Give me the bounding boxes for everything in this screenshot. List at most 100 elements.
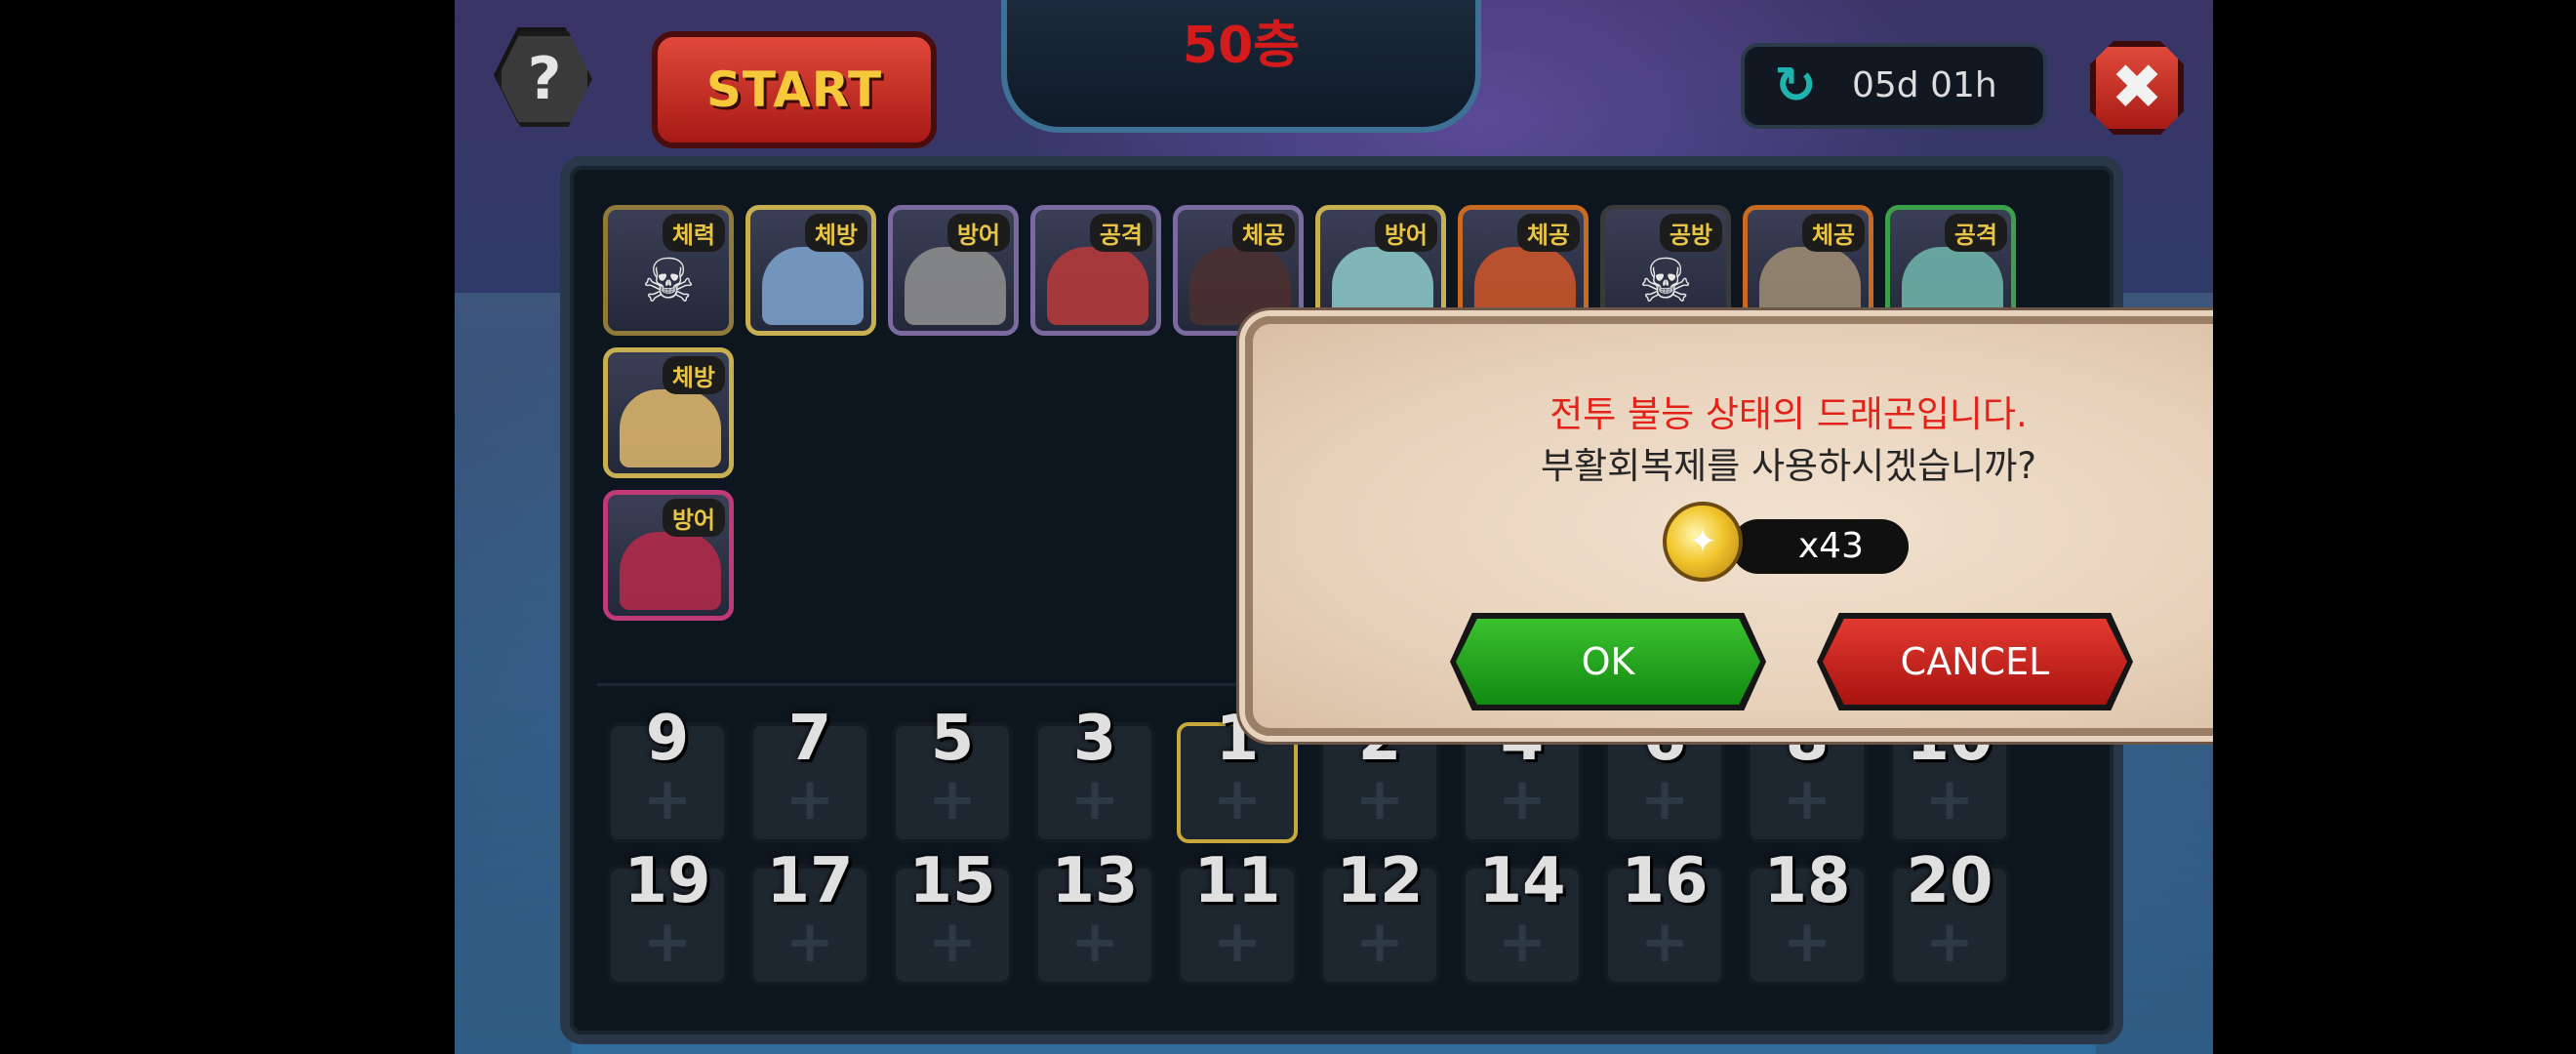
dragon-card[interactable]: 방어 [603,490,734,621]
formation-slot[interactable]: 14 + [1462,845,1583,986]
add-icon: + [1497,765,1548,833]
dragon-portrait [1759,247,1861,325]
dragon-card[interactable]: 체방 [745,205,876,336]
slot-number: 11 [1193,845,1281,917]
slot-number: 5 [930,703,975,775]
add-icon: + [1782,908,1832,976]
add-icon: + [1069,765,1120,833]
add-icon: + [1782,765,1832,833]
dragon-portrait [905,247,1006,325]
dragon-portrait [1332,247,1433,325]
slot-number: 15 [908,845,996,917]
slot-number: 9 [645,703,690,775]
add-icon: + [1924,908,1975,976]
add-icon: + [642,908,693,976]
slot-number: 16 [1621,845,1709,917]
formation-slot[interactable]: 20 + [1889,845,2010,986]
dragon-card[interactable]: 방어 [888,205,1019,336]
cancel-button[interactable]: CANCEL [1823,619,2127,705]
dragon-portrait [620,389,721,467]
dragon-type-badge: 방어 [1374,214,1437,252]
reset-timer: ↻ 05d 01h [1741,43,2047,129]
dragon-type-badge: 체공 [1516,214,1580,252]
dragon-type-badge: 체공 [1801,214,1865,252]
add-icon: + [1639,908,1690,976]
slot-number: 12 [1336,845,1424,917]
add-icon: + [1212,765,1263,833]
formation-slot[interactable]: 12 + [1319,845,1440,986]
slot-number: 13 [1051,845,1139,917]
slot-number: 19 [624,845,711,917]
item-count-badge: x43 [1731,519,1909,574]
add-icon: + [785,765,835,833]
dragon-type-badge: 체력 [662,214,725,252]
slot-number: 3 [1072,703,1117,775]
revive-dialog: 전투 불능 상태의 드래곤입니다. 부활회복제를 사용하시겠습니까? x43 ✦… [1245,316,2213,736]
refresh-icon: ↻ [1774,57,1817,115]
formation-slot[interactable]: 6 + [1604,703,1725,843]
close-button[interactable]: ✖ [2090,41,2184,135]
dragon-portrait [1474,247,1576,325]
slot-number: 7 [787,703,832,775]
formation-slot[interactable]: 18 + [1747,845,1868,986]
floor-label: 50층 [1182,17,1301,75]
add-icon: + [1069,908,1120,976]
add-icon: + [1354,765,1405,833]
skull-icon: ☠ [641,245,696,316]
dragon-portrait [762,247,864,325]
add-icon: + [1497,908,1548,976]
formation-slot[interactable]: 10 + [1889,703,2010,843]
formation-slot[interactable]: 7 + [749,703,870,843]
dragon-portrait [620,532,721,610]
dragon-portrait [1047,247,1148,325]
start-button[interactable]: START [652,31,937,148]
dragon-card[interactable]: ☠ 체력 [603,205,734,336]
add-icon: + [1639,765,1690,833]
add-icon: + [785,908,835,976]
slot-number: 17 [766,845,854,917]
add-icon: + [1354,908,1405,976]
formation-slot[interactable]: 2 + [1319,703,1440,843]
background-pillar-left [455,293,572,1054]
formation-slot[interactable]: 4 + [1462,703,1583,843]
close-icon: ✖ [2111,52,2163,124]
add-icon: + [927,908,978,976]
formation-slot[interactable]: 9 + [607,703,728,843]
skull-icon: ☠ [1638,245,1693,316]
formation-slot[interactable]: 13 + [1034,845,1155,986]
formation-slot[interactable]: 15 + [892,845,1013,986]
dragon-card[interactable]: 체방 [603,347,734,478]
formation-slot[interactable]: 3 + [1034,703,1155,843]
slot-number: 18 [1763,845,1851,917]
dragon-type-badge: 공격 [1944,214,2007,252]
formation-slot[interactable]: 16 + [1604,845,1725,986]
dragon-card[interactable]: 공격 [1030,205,1161,336]
revive-potion-icon: ✦ [1663,502,1743,582]
dialog-question-text: 부활회복제를 사용하시겠습니까? [1541,445,2036,487]
dragon-type-badge: 공방 [1659,214,1722,252]
add-icon: + [927,765,978,833]
add-icon: + [1212,908,1263,976]
game-screen: ? START 50층 ↻ 05d 01h ✖ ☠ 체력 체방 방어 공격 체공 방어 체공 ☠… [455,0,2213,1054]
dragon-portrait [1189,247,1291,325]
dragon-type-badge: 방어 [662,499,725,537]
dragon-type-badge: 방어 [946,214,1010,252]
add-icon: + [1924,765,1975,833]
add-icon: + [642,765,693,833]
dragon-type-badge: 체방 [804,214,867,252]
formation-slot[interactable]: 5 + [892,703,1013,843]
slot-number: 20 [1906,845,1993,917]
dialog-warning-text: 전투 불능 상태의 드래곤입니다. [1550,393,2028,435]
formation-slot[interactable]: 19 + [607,845,728,986]
dragon-type-badge: 체공 [1231,214,1295,252]
formation-slot[interactable]: 17 + [749,845,870,986]
dragon-portrait [1902,247,2003,325]
dragon-type-badge: 체방 [662,356,725,394]
ok-button[interactable]: OK [1456,619,1760,705]
dragon-type-badge: 공격 [1089,214,1152,252]
formation-slot[interactable]: 8 + [1747,703,1868,843]
formation-slot[interactable]: 1 + [1177,703,1298,843]
formation-slot[interactable]: 11 + [1177,845,1298,986]
question-icon: ? [527,45,562,113]
slot-number: 14 [1478,845,1566,917]
